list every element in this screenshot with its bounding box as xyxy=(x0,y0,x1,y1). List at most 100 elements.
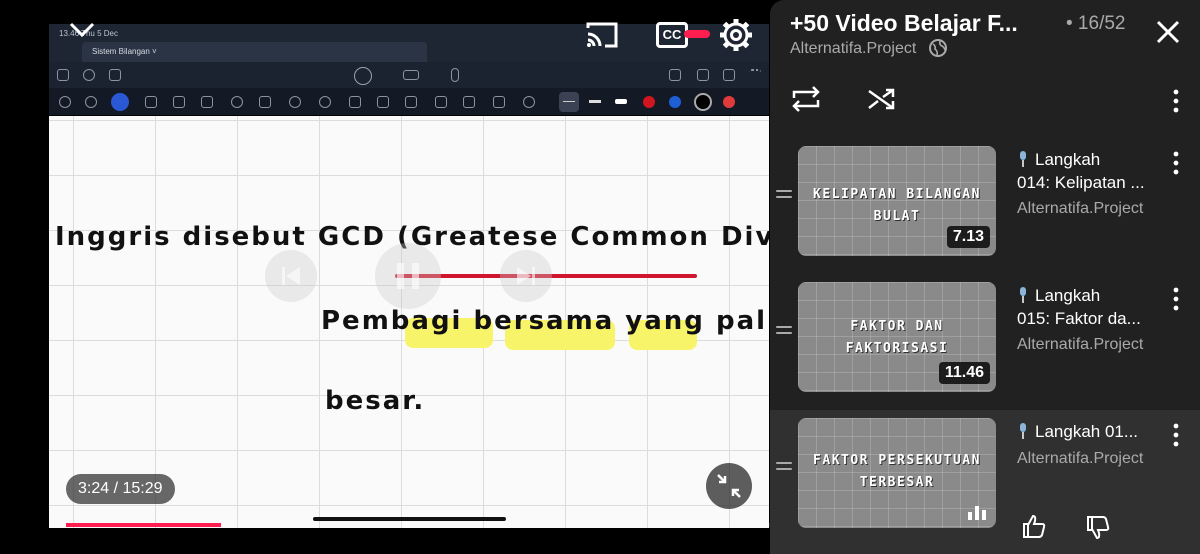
captions-on-indicator xyxy=(684,30,710,38)
ipad-tab: Sistem Bilangan ˅ xyxy=(82,42,427,62)
drag-handle-icon[interactable] xyxy=(776,462,792,474)
medium-line-icon xyxy=(589,100,601,103)
video-title[interactable]: Langkah 015: Faktor da... xyxy=(1017,284,1157,330)
more-vertical-icon[interactable] xyxy=(1168,286,1184,312)
exit-fullscreen-button[interactable] xyxy=(706,463,752,509)
duration-badge: 11.46 xyxy=(938,362,990,384)
highlighter-icon xyxy=(201,96,213,108)
bookmark-icon xyxy=(697,69,709,81)
grid-icon xyxy=(57,69,69,81)
timer-icon xyxy=(523,96,535,108)
thumbnail-caption-1: FAKTOR DAN xyxy=(850,319,944,334)
close-icon[interactable] xyxy=(1152,16,1184,48)
magnifier-icon xyxy=(83,69,95,81)
blue-color-icon xyxy=(669,96,681,108)
dislike-icon[interactable] xyxy=(1084,514,1112,542)
video-title-line-1: Langkah 01... xyxy=(1035,422,1139,441)
handwriting-line-1-start: Inggris disebut GCD ( xyxy=(55,222,411,252)
previous-button[interactable] xyxy=(265,250,317,302)
playlist-item[interactable]: KELIPATAN BILANGAN BULAT 7.13 Langkah 01… xyxy=(770,138,1200,264)
duration-badge: 7.13 xyxy=(946,226,990,248)
microphone-icon xyxy=(1020,423,1026,439)
handwriting-line-2: Pembagi bersama yang paling xyxy=(321,306,769,336)
video-title-line-2: 014: Kelipatan ... xyxy=(1017,173,1145,192)
thick-line-icon xyxy=(615,99,627,104)
lasso-pen-icon xyxy=(111,93,129,111)
cc-label: CC xyxy=(662,27,682,42)
video-title-line-2: 015: Faktor da... xyxy=(1017,309,1141,328)
thumbnail-caption-2: TERBESAR xyxy=(859,475,935,490)
microphone-icon xyxy=(1020,287,1026,303)
playlist-item-now-playing[interactable]: FAKTOR PERSEKUTUAN TERBESAR Langkah 01..… xyxy=(770,410,1200,554)
dots-icon xyxy=(749,69,761,81)
ipad-tab-title: Sistem Bilangan ˅ xyxy=(92,47,157,56)
pen-mode-icon xyxy=(354,67,372,85)
document-icon xyxy=(669,69,681,81)
drag-handle-icon[interactable] xyxy=(776,326,792,338)
shuffle-icon[interactable] xyxy=(866,84,898,114)
more-vertical-icon[interactable] xyxy=(1168,88,1184,114)
video-thumbnail[interactable]: FAKTOR DAN FAKTORISASI 11.46 xyxy=(798,282,996,392)
ipad-toolbar-top xyxy=(49,62,769,88)
image-icon xyxy=(377,96,389,108)
video-title-line-1: Langkah xyxy=(1035,286,1101,305)
copy-icon xyxy=(349,96,361,108)
playlist-position: • 16/52 xyxy=(1066,13,1126,34)
video-thumbnail[interactable]: FAKTOR PERSEKUTUAN TERBESAR xyxy=(798,418,996,528)
like-icon[interactable] xyxy=(1020,512,1048,540)
video-thumbnail[interactable]: KELIPATAN BILANGAN BULAT 7.13 xyxy=(798,146,996,256)
more-vertical-icon[interactable] xyxy=(1168,150,1184,176)
cast-icon[interactable] xyxy=(585,20,619,50)
time-display: 3:24 / 15:29 xyxy=(66,474,175,504)
black-color-icon xyxy=(694,93,712,111)
skip-previous-icon xyxy=(282,267,300,285)
ruler-icon xyxy=(463,96,475,108)
playlist-title[interactable]: +50 Video Belajar F... xyxy=(790,10,1060,37)
pause-icon xyxy=(397,263,419,289)
thumbnail-caption-1: FAKTOR PERSEKUTUAN xyxy=(813,453,981,468)
thickness-selected-icon xyxy=(559,92,579,112)
undo-icon xyxy=(59,96,71,108)
pause-button[interactable] xyxy=(375,243,441,309)
time-text: 3:24 / 15:29 xyxy=(78,480,163,497)
exit-fullscreen-icon xyxy=(717,474,741,498)
video-channel: Alternatifa.Project xyxy=(1017,450,1144,467)
pen-icon xyxy=(145,96,157,108)
video-channel: Alternatifa.Project xyxy=(1017,200,1144,217)
video-channel: Alternatifa.Project xyxy=(1017,336,1144,353)
chevron-down-icon[interactable] xyxy=(68,20,96,40)
video-title[interactable]: Langkah 014: Kelipatan ... xyxy=(1017,148,1157,194)
share-icon xyxy=(109,69,121,81)
red-color-icon xyxy=(643,96,655,108)
sticker-icon xyxy=(435,96,447,108)
video-player[interactable]: 13.46 Thu 5 Dec Sistem Bilangan ˅ Inggri… xyxy=(0,0,770,554)
thumbnail-caption-2: BULAT xyxy=(873,209,921,224)
more-vertical-icon[interactable] xyxy=(1168,422,1184,448)
drag-handle-icon[interactable] xyxy=(776,190,792,202)
lasso-icon xyxy=(289,96,301,108)
video-title-line-1: Langkah xyxy=(1035,150,1101,169)
shape-icon xyxy=(231,96,243,108)
microphone-icon xyxy=(1020,151,1026,167)
gear-icon[interactable] xyxy=(718,17,754,53)
upload-icon xyxy=(723,69,735,81)
laser-icon xyxy=(493,96,505,108)
app-root: 13.46 Thu 5 Dec Sistem Bilangan ˅ Inggri… xyxy=(0,0,1200,554)
star-icon xyxy=(319,96,331,108)
loop-icon[interactable] xyxy=(788,84,824,114)
progress-bar[interactable] xyxy=(66,523,770,527)
skip-next-icon xyxy=(517,267,535,285)
playlist-channel[interactable]: Alternatifa.Project xyxy=(790,40,916,58)
thumbnail-caption-1: KELIPATAN BILANGAN xyxy=(813,187,981,202)
playlist-item[interactable]: FAKTOR DAN FAKTORISASI 11.46 Langkah 015… xyxy=(770,274,1200,400)
keyboard-icon xyxy=(403,70,419,80)
thin-line-icon xyxy=(563,101,575,102)
ipad-toolbar-tools xyxy=(49,88,769,116)
eraser-icon xyxy=(173,96,185,108)
next-button[interactable] xyxy=(500,250,552,302)
video-title[interactable]: Langkah 01... xyxy=(1017,420,1157,443)
light-red-color-icon xyxy=(723,96,735,108)
globe-icon xyxy=(929,39,947,57)
now-playing-bars-icon xyxy=(968,506,986,520)
progress-fill xyxy=(66,523,221,527)
